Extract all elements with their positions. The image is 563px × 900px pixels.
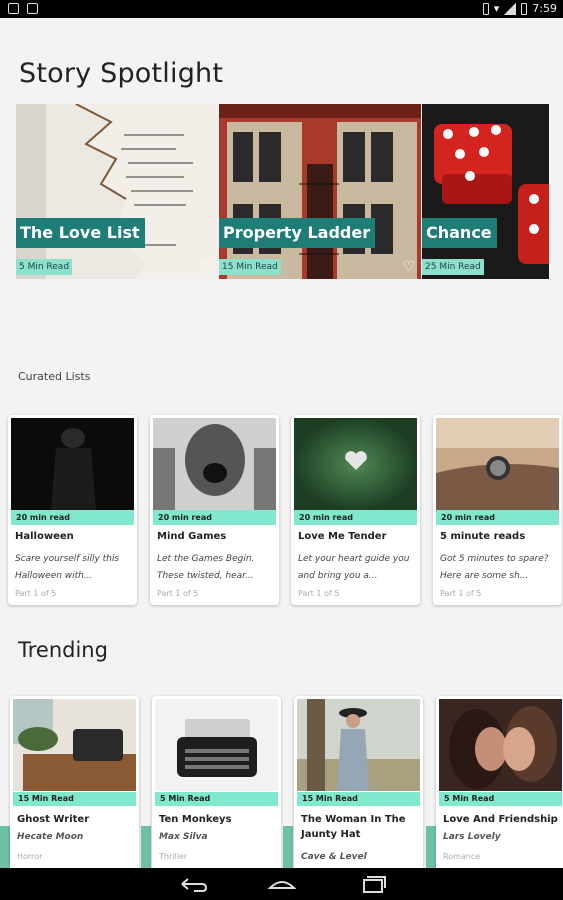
- card-read-time: 15 Min Read: [297, 792, 420, 806]
- card-author: Hecate Moon: [17, 832, 84, 842]
- clock: 7:59: [532, 2, 557, 15]
- trending-heading: Trending: [18, 638, 108, 662]
- back-icon[interactable]: [172, 874, 212, 894]
- card-title: Halloween: [15, 531, 74, 542]
- card-description: Let the Games Begin. These twisted, hear.…: [157, 554, 255, 581]
- card-read-time: 15 Min Read: [13, 792, 136, 806]
- spotlight-read-time: 15 Min Read: [219, 259, 281, 275]
- trending-card-love-and-friendship[interactable]: 5 Min Read Love And Friendship Lars Love…: [436, 696, 563, 868]
- card-description: Let your heart guide you and bring you a.…: [298, 554, 410, 581]
- heart-icon[interactable]: ♡: [402, 260, 416, 274]
- card-part: Part 1 of 5: [157, 589, 199, 598]
- card-edge: [0, 826, 10, 868]
- card-author: Max Silva: [159, 832, 208, 842]
- trending-card-ghost-writer[interactable]: 15 Min Read Ghost Writer Hecate Moon Hor…: [10, 696, 139, 868]
- card-edge: [283, 826, 293, 868]
- trending-image: [297, 699, 420, 791]
- spotlight-image: [422, 104, 549, 279]
- recents-icon[interactable]: [352, 874, 392, 894]
- status-bar: ▾ 7:59: [0, 0, 563, 18]
- card-genre: Horror: [17, 852, 43, 861]
- card-title: Ten Monkeys: [159, 814, 232, 825]
- trending-image: [439, 699, 562, 791]
- curated-image: [436, 418, 559, 510]
- card-description: Scare yourself silly this Halloween with.…: [15, 554, 120, 581]
- trending-image: [155, 699, 278, 791]
- spotlight-heading: Story Spotlight: [19, 58, 224, 89]
- spotlight-image: [219, 104, 421, 279]
- trending-image: [13, 699, 136, 791]
- vibrate-icon: [482, 2, 489, 15]
- curated-card-halloween[interactable]: 20 min read Halloween Scare yourself sil…: [8, 415, 137, 605]
- navigation-bar: [0, 868, 563, 900]
- card-title: Mind Games: [157, 531, 227, 542]
- spotlight-card-love-list[interactable]: The Love List 5 Min Read ♡: [16, 104, 218, 279]
- card-read-time: 5 Min Read: [155, 792, 278, 806]
- card-part: Part 1 of 5: [15, 589, 57, 598]
- card-title: Love Me Tender: [298, 531, 387, 542]
- card-title: 5 minute reads: [440, 531, 526, 542]
- card-read-time: 5 Min Read: [439, 792, 562, 806]
- card-part: Part 1 of 5: [298, 589, 340, 598]
- card-edge: [141, 826, 151, 868]
- card-read-time: 20 min read: [436, 510, 559, 525]
- curated-card-5-minute-reads[interactable]: 20 min read 5 minute reads Got 5 minutes…: [433, 415, 562, 605]
- card-author: Lars Lovely: [443, 832, 501, 842]
- spotlight-title: The Love List: [16, 218, 145, 248]
- system-indicators: ▾ 7:59: [482, 2, 557, 15]
- card-read-time: 20 min read: [153, 510, 276, 525]
- curated-lists-heading: Curated Lists: [18, 370, 91, 383]
- spotlight-title: Chance: [422, 218, 497, 248]
- file-notification-icon: [27, 3, 38, 14]
- curated-card-mind-games[interactable]: 20 min read Mind Games Let the Games Beg…: [150, 415, 279, 605]
- card-edge: [426, 826, 436, 868]
- curated-image: [11, 418, 134, 510]
- home-icon[interactable]: [262, 874, 302, 894]
- signal-icon: [504, 2, 517, 15]
- image-notification-icon: [8, 3, 19, 14]
- card-part: Part 1 of 5: [440, 589, 482, 598]
- wifi-icon: ▾: [493, 2, 500, 15]
- spotlight-image: [16, 104, 218, 279]
- heart-icon[interactable]: ♡: [199, 260, 213, 274]
- spotlight-read-time: 25 Min Read: [422, 259, 484, 275]
- notification-icons: [8, 3, 38, 14]
- card-read-time: 20 min read: [11, 510, 134, 525]
- main-content[interactable]: Story Spotlight The Love List 5 Min Read…: [0, 18, 563, 868]
- card-title: The Woman In The Jaunty Hat: [301, 814, 406, 840]
- card-genre: Thriller: [159, 852, 188, 861]
- spotlight-card-property-ladder[interactable]: Property Ladder 15 Min Read ♡: [219, 104, 421, 279]
- trending-card-ten-monkeys[interactable]: 5 Min Read Ten Monkeys Max Silva Thrille…: [152, 696, 281, 868]
- spotlight-read-time: 5 Min Read: [16, 259, 73, 275]
- card-author: Cave & Level: [301, 852, 367, 862]
- spotlight-title: Property Ladder: [219, 218, 376, 248]
- spotlight-card-chance[interactable]: Chance 25 Min Read: [422, 104, 549, 279]
- trending-card-woman-jaunty-hat[interactable]: 15 Min Read The Woman In The Jaunty Hat C…: [294, 696, 423, 868]
- curated-image: [294, 418, 417, 510]
- curated-image: [153, 418, 276, 510]
- curated-card-love-me-tender[interactable]: 20 min read Love Me Tender Let your hear…: [291, 415, 420, 605]
- card-title: Love And Friendship: [443, 814, 558, 825]
- battery-icon: [521, 2, 528, 15]
- card-genre: Romance: [443, 852, 481, 861]
- card-read-time: 20 min read: [294, 510, 417, 525]
- card-description: Got 5 minutes to spare? Here are some sh.…: [440, 554, 549, 581]
- card-title: Ghost Writer: [17, 814, 90, 825]
